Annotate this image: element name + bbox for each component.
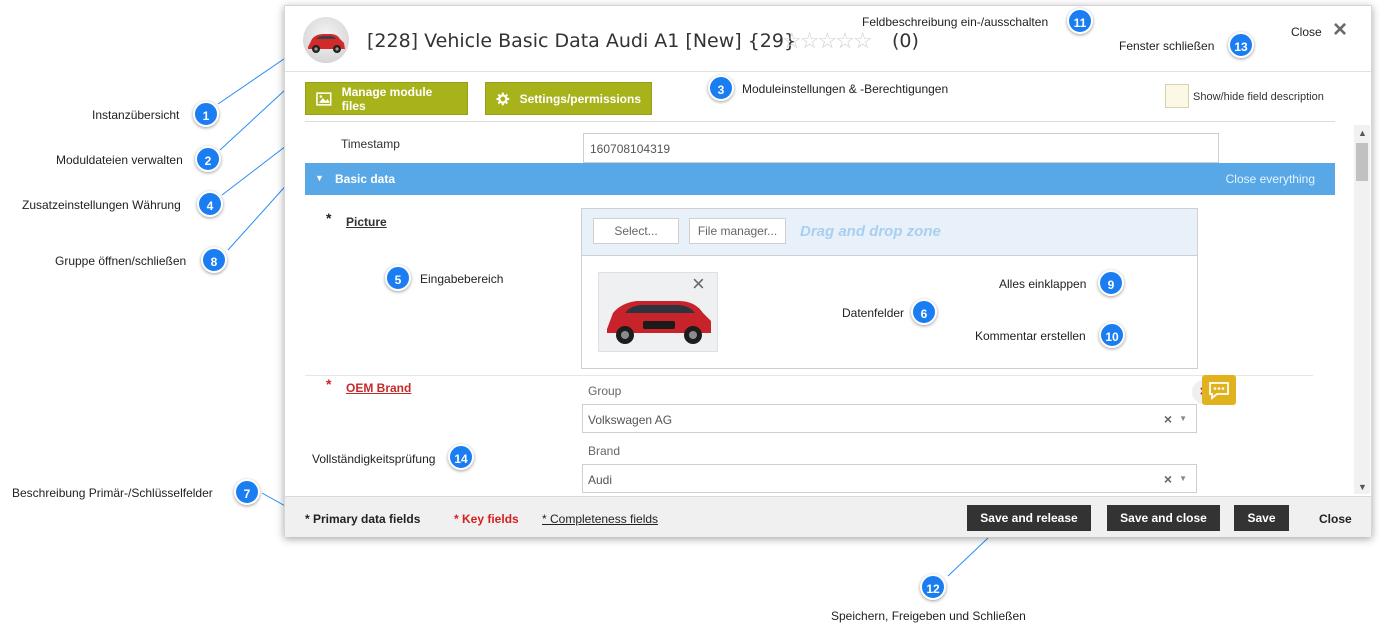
timestamp-field[interactable]: 160708104319 xyxy=(583,133,1219,163)
primary-fields-legend: * Primary data fields xyxy=(305,512,421,526)
dialog-footer: * Primary data fields * Key fields * Com… xyxy=(285,496,1371,537)
completeness-fields-legend: * Completeness fields xyxy=(542,512,659,526)
create-comment-button[interactable] xyxy=(1202,375,1236,405)
callout-caption-1: Instanzübersicht xyxy=(92,108,180,122)
caret-down-icon: ▼ xyxy=(315,173,324,183)
callout-badge-6: 6 xyxy=(911,299,937,325)
toolbar-divider xyxy=(305,121,1335,122)
manage-module-files-label: Manage module files xyxy=(341,84,433,113)
callout-caption-11: Feldbeschreibung ein-/ausschalten xyxy=(862,15,1049,29)
callout-caption-3: Moduleinstellungen & -Berechtigungen xyxy=(742,82,949,96)
callout-badge-12: 12 xyxy=(920,574,946,600)
settings-permissions-button[interactable]: Settings/permissions xyxy=(485,82,652,115)
key-fields-legend: * Key fields xyxy=(454,512,519,526)
settings-permissions-label: Settings/permissions xyxy=(519,91,641,106)
instance-avatar[interactable] xyxy=(303,17,349,63)
key-required-mark: * xyxy=(326,376,332,392)
select-file-button[interactable]: Select... xyxy=(593,218,679,244)
callout-badge-11: 11 xyxy=(1067,8,1093,34)
callout-caption-9: Alles einklappen xyxy=(999,277,1087,291)
group-select-value: Volkswagen AG xyxy=(588,413,673,427)
callout-badge-3: 3 xyxy=(708,75,734,101)
manage-module-files-button[interactable]: Manage module files xyxy=(305,82,468,115)
callout-caption-7: Beschreibung Primär-/Schlüsselfelder xyxy=(12,486,213,500)
close-caption: Close xyxy=(1291,25,1322,39)
close-button[interactable]: Close xyxy=(1319,512,1352,526)
callout-caption-4: Zusatzeinstellungen Währung xyxy=(22,198,181,212)
required-mark: * xyxy=(326,210,332,226)
comment-icon xyxy=(1209,382,1229,400)
chevron-down-icon[interactable]: ▼ xyxy=(1179,414,1187,423)
file-manager-button[interactable]: File manager... xyxy=(689,218,786,244)
callout-badge-8: 8 xyxy=(201,247,227,273)
callout-caption-2: Moduldateien verwalten xyxy=(56,153,183,167)
dialog-title: [228] Vehicle Basic Data Audi A1 [New] {… xyxy=(367,30,797,52)
save-button[interactable]: Save xyxy=(1234,505,1289,531)
close-everything-link[interactable]: Close everything xyxy=(1226,172,1315,186)
callout-badge-5: 5 xyxy=(385,265,411,291)
save-and-close-button[interactable]: Save and close xyxy=(1107,505,1220,531)
image-icon xyxy=(316,91,332,106)
close-icon[interactable]: × xyxy=(1333,18,1347,42)
picture-toolbar: Select... File manager... Drag and drop … xyxy=(582,209,1197,256)
drag-drop-zone[interactable]: Drag and drop zone xyxy=(800,223,941,240)
chevron-down-icon[interactable]: ▼ xyxy=(1179,474,1187,483)
content-scrollbar[interactable]: ▲ ▼ xyxy=(1354,125,1370,494)
rating-stars[interactable]: ☆☆☆☆☆ xyxy=(782,28,873,54)
callout-badge-1: 1 xyxy=(193,101,219,127)
brand-sub-label: Brand xyxy=(588,444,621,458)
callout-caption-10: Kommentar erstellen xyxy=(975,329,1086,343)
timestamp-label: Timestamp xyxy=(341,137,400,151)
field-description-label: Show/hide field description xyxy=(1193,91,1324,103)
callout-badge-14: 14 xyxy=(448,444,474,470)
callout-badge-9: 9 xyxy=(1098,270,1124,296)
scrollbar-thumb[interactable] xyxy=(1356,143,1368,181)
callout-badge-7: 7 xyxy=(234,479,260,505)
gear-icon xyxy=(496,92,510,105)
car-icon xyxy=(308,34,345,53)
callout-caption-12: Speichern, Freigeben und Schließen xyxy=(831,609,1026,623)
group-title: Basic data xyxy=(335,172,396,186)
callout-caption-6: Datenfelder xyxy=(842,306,905,320)
picture-label[interactable]: Picture xyxy=(346,215,387,229)
brand-select-value: Audi xyxy=(588,473,613,487)
group-sub-label: Group xyxy=(588,384,622,398)
save-and-release-button[interactable]: Save and release xyxy=(967,505,1091,531)
input-area: Timestamp 160708104319 ▼ Basic data Clos… xyxy=(305,123,1335,493)
callout-caption-14: Vollständigkeitsprüfung xyxy=(312,452,436,466)
callout-badge-13: 13 xyxy=(1228,32,1254,58)
field-description-toggle[interactable] xyxy=(1165,84,1189,108)
rating-count: (0) xyxy=(892,30,919,52)
callout-caption-8: Gruppe öffnen/schließen xyxy=(55,254,187,268)
oem-brand-label[interactable]: OEM Brand xyxy=(346,381,411,395)
scroll-down-icon[interactable]: ▼ xyxy=(1358,482,1367,492)
group-header-basic-data[interactable]: ▼ Basic data Close everything xyxy=(305,163,1335,195)
brand-select[interactable]: Audi × ▼ xyxy=(582,464,1197,493)
callout-caption-13: Fenster schließen xyxy=(1119,39,1215,53)
remove-picture-icon[interactable]: × xyxy=(692,273,705,295)
group-select[interactable]: Volkswagen AG × ▼ xyxy=(582,404,1197,433)
scroll-up-icon[interactable]: ▲ xyxy=(1358,128,1367,138)
clear-selection-icon[interactable]: × xyxy=(1164,471,1172,487)
callout-badge-4: 4 xyxy=(197,191,223,217)
callout-badge-10: 10 xyxy=(1099,322,1125,348)
callout-badge-2: 2 xyxy=(195,146,221,172)
clear-selection-icon[interactable]: × xyxy=(1164,411,1172,427)
callout-caption-5: Eingabebereich xyxy=(420,272,504,286)
row-divider xyxy=(305,375,1313,376)
